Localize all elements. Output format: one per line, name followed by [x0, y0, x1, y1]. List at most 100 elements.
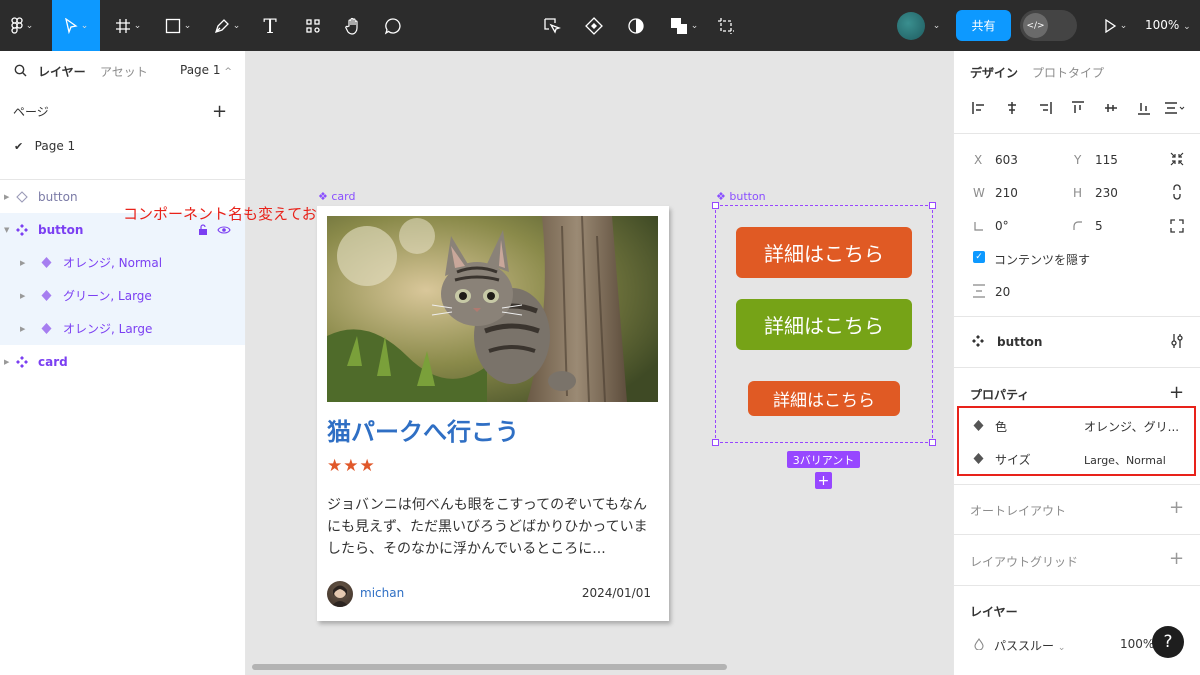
- y-input[interactable]: 115: [1095, 153, 1118, 167]
- variant-button-orange-large[interactable]: 詳細はこちら: [748, 381, 900, 416]
- align-right-icon[interactable]: [1038, 101, 1052, 115]
- comment-bubble-icon: [384, 17, 401, 35]
- w-input[interactable]: 210: [995, 186, 1018, 200]
- resize-handle[interactable]: [929, 202, 936, 209]
- add-layout-grid-icon[interactable]: +: [1169, 548, 1184, 569]
- distribute-icon[interactable]: [1164, 101, 1186, 115]
- contrast-circle-icon: [628, 17, 644, 34]
- avatar-chevron-down-icon[interactable]: ⌄: [928, 0, 942, 51]
- component-set-icon: [16, 223, 28, 236]
- dev-mode-toggle[interactable]: </>: [1020, 10, 1077, 41]
- resize-handle[interactable]: [712, 439, 719, 446]
- expand-arrow-icon[interactable]: ▶: [4, 358, 9, 366]
- variant-button-green-large[interactable]: 詳細はこちら: [736, 299, 912, 350]
- page-selector[interactable]: Page 1 ^: [180, 63, 232, 77]
- text-tool-button[interactable]: T: [256, 0, 284, 51]
- adjust-sliders-icon[interactable]: [1170, 333, 1184, 349]
- align-center-v-icon[interactable]: [1104, 101, 1118, 115]
- add-variant-button[interactable]: +: [815, 472, 832, 489]
- author-name[interactable]: michan: [360, 586, 404, 600]
- collapse-arrow-icon[interactable]: ▼: [4, 226, 9, 234]
- layer-label: オレンジ, Normal: [63, 256, 163, 270]
- comment-tool-button[interactable]: [378, 0, 408, 51]
- card-title: 猫パークへ行こう: [327, 418, 519, 446]
- collapse-arrows-icon[interactable]: [1170, 152, 1184, 166]
- component-variant-icon: [41, 257, 52, 268]
- shape-tool-button[interactable]: ⌄: [158, 0, 198, 51]
- expand-arrow-icon[interactable]: ▶: [20, 259, 25, 267]
- search-icon[interactable]: [14, 64, 27, 77]
- align-left-icon[interactable]: [972, 101, 986, 115]
- horizontal-scrollbar[interactable]: [252, 664, 727, 670]
- add-property-icon[interactable]: +: [1169, 382, 1184, 403]
- resources-button[interactable]: [298, 0, 328, 51]
- align-top-icon[interactable]: [1071, 101, 1085, 115]
- properties-highlight-box: [957, 406, 1196, 476]
- cat-photo: [327, 216, 658, 402]
- align-center-h-icon[interactable]: [1005, 101, 1019, 115]
- page-item-page1[interactable]: ✔ Page 1: [14, 139, 75, 153]
- zoom-level[interactable]: 100% ⌄: [1145, 0, 1191, 51]
- h-label: H: [1073, 186, 1083, 200]
- tab-layers[interactable]: レイヤー: [38, 63, 86, 80]
- align-bottom-icon[interactable]: [1137, 101, 1151, 115]
- eye-icon[interactable]: [217, 225, 231, 235]
- expand-arrow-icon[interactable]: ▶: [20, 325, 25, 333]
- tab-design[interactable]: デザイン: [970, 64, 1018, 81]
- opacity-input[interactable]: 100%: [1120, 637, 1154, 651]
- play-triangle-icon: [1105, 18, 1116, 33]
- independent-corners-icon[interactable]: [1170, 219, 1184, 233]
- layer-row[interactable]: ▶ グリーン, Large: [0, 279, 245, 312]
- gap-input[interactable]: 20: [995, 285, 1010, 299]
- corner-radius-input[interactable]: 5: [1095, 219, 1103, 233]
- add-auto-layout-icon[interactable]: +: [1169, 497, 1184, 518]
- present-button[interactable]: ⌄: [1095, 0, 1135, 51]
- tab-assets[interactable]: アセット: [100, 63, 148, 80]
- main-menu-button[interactable]: ⌄: [0, 0, 44, 51]
- crop-button[interactable]: [712, 0, 740, 51]
- rectangle-icon: [165, 18, 180, 33]
- code-brackets-icon: </>: [1023, 13, 1048, 38]
- pages-heading: ページ: [13, 105, 49, 119]
- blend-mode-select[interactable]: パススルー ⌄: [994, 637, 1065, 654]
- resize-handle[interactable]: [929, 439, 936, 446]
- tab-prototype[interactable]: プロトタイプ: [1032, 64, 1104, 81]
- clip-content-checkbox[interactable]: ✓: [973, 251, 985, 263]
- hand-tool-button[interactable]: [338, 0, 368, 51]
- component-variant-icon: [41, 290, 52, 301]
- create-component-button[interactable]: [580, 0, 608, 51]
- unlock-icon[interactable]: [198, 223, 209, 236]
- mask-button[interactable]: [622, 0, 650, 51]
- add-page-icon[interactable]: +: [212, 101, 227, 122]
- chevron-down-icon: ⌄: [133, 20, 142, 31]
- move-tool-button[interactable]: ⌄: [52, 0, 100, 51]
- rotation-icon: [974, 222, 983, 231]
- expand-arrow-icon[interactable]: ▶: [20, 292, 25, 300]
- layer-row[interactable]: ▶ オレンジ, Normal: [0, 246, 245, 279]
- boolean-button[interactable]: ⌄: [664, 0, 704, 51]
- expand-arrow-icon[interactable]: ▶: [4, 193, 9, 201]
- user-avatar[interactable]: [897, 12, 925, 40]
- x-input[interactable]: 603: [995, 153, 1018, 167]
- blend-drop-icon: [974, 638, 984, 650]
- layer-row[interactable]: ▶ オレンジ, Large: [0, 312, 245, 345]
- pen-nib-icon: [214, 18, 229, 33]
- share-button[interactable]: 共有: [956, 10, 1011, 41]
- frame-tool-button[interactable]: ⌄: [108, 0, 148, 51]
- resize-handle[interactable]: [712, 202, 719, 209]
- card-frame-label[interactable]: ❖ card: [318, 190, 355, 203]
- help-button[interactable]: ?: [1152, 626, 1184, 658]
- h-input[interactable]: 230: [1095, 186, 1118, 200]
- card-component[interactable]: 猫パークへ行こう ★★★ ジョバンニは何べんも眼をこすってのぞいてもなんにも見え…: [317, 206, 669, 621]
- variant-button-orange-normal[interactable]: 詳細はこちら: [736, 227, 912, 278]
- pen-tool-button[interactable]: ⌄: [207, 0, 247, 51]
- component-diamond-icon: [585, 16, 603, 35]
- layer-row[interactable]: ▶ card: [0, 345, 245, 378]
- w-label: W: [973, 186, 985, 200]
- component-edit-button[interactable]: [538, 0, 566, 51]
- constrain-proportions-icon[interactable]: [1172, 184, 1182, 200]
- rotation-input[interactable]: 0°: [995, 219, 1009, 233]
- component-set-icon: [16, 355, 28, 368]
- layout-grid-heading: レイアウトグリッド: [970, 555, 1079, 569]
- button-frame-label[interactable]: ❖ button: [716, 190, 766, 203]
